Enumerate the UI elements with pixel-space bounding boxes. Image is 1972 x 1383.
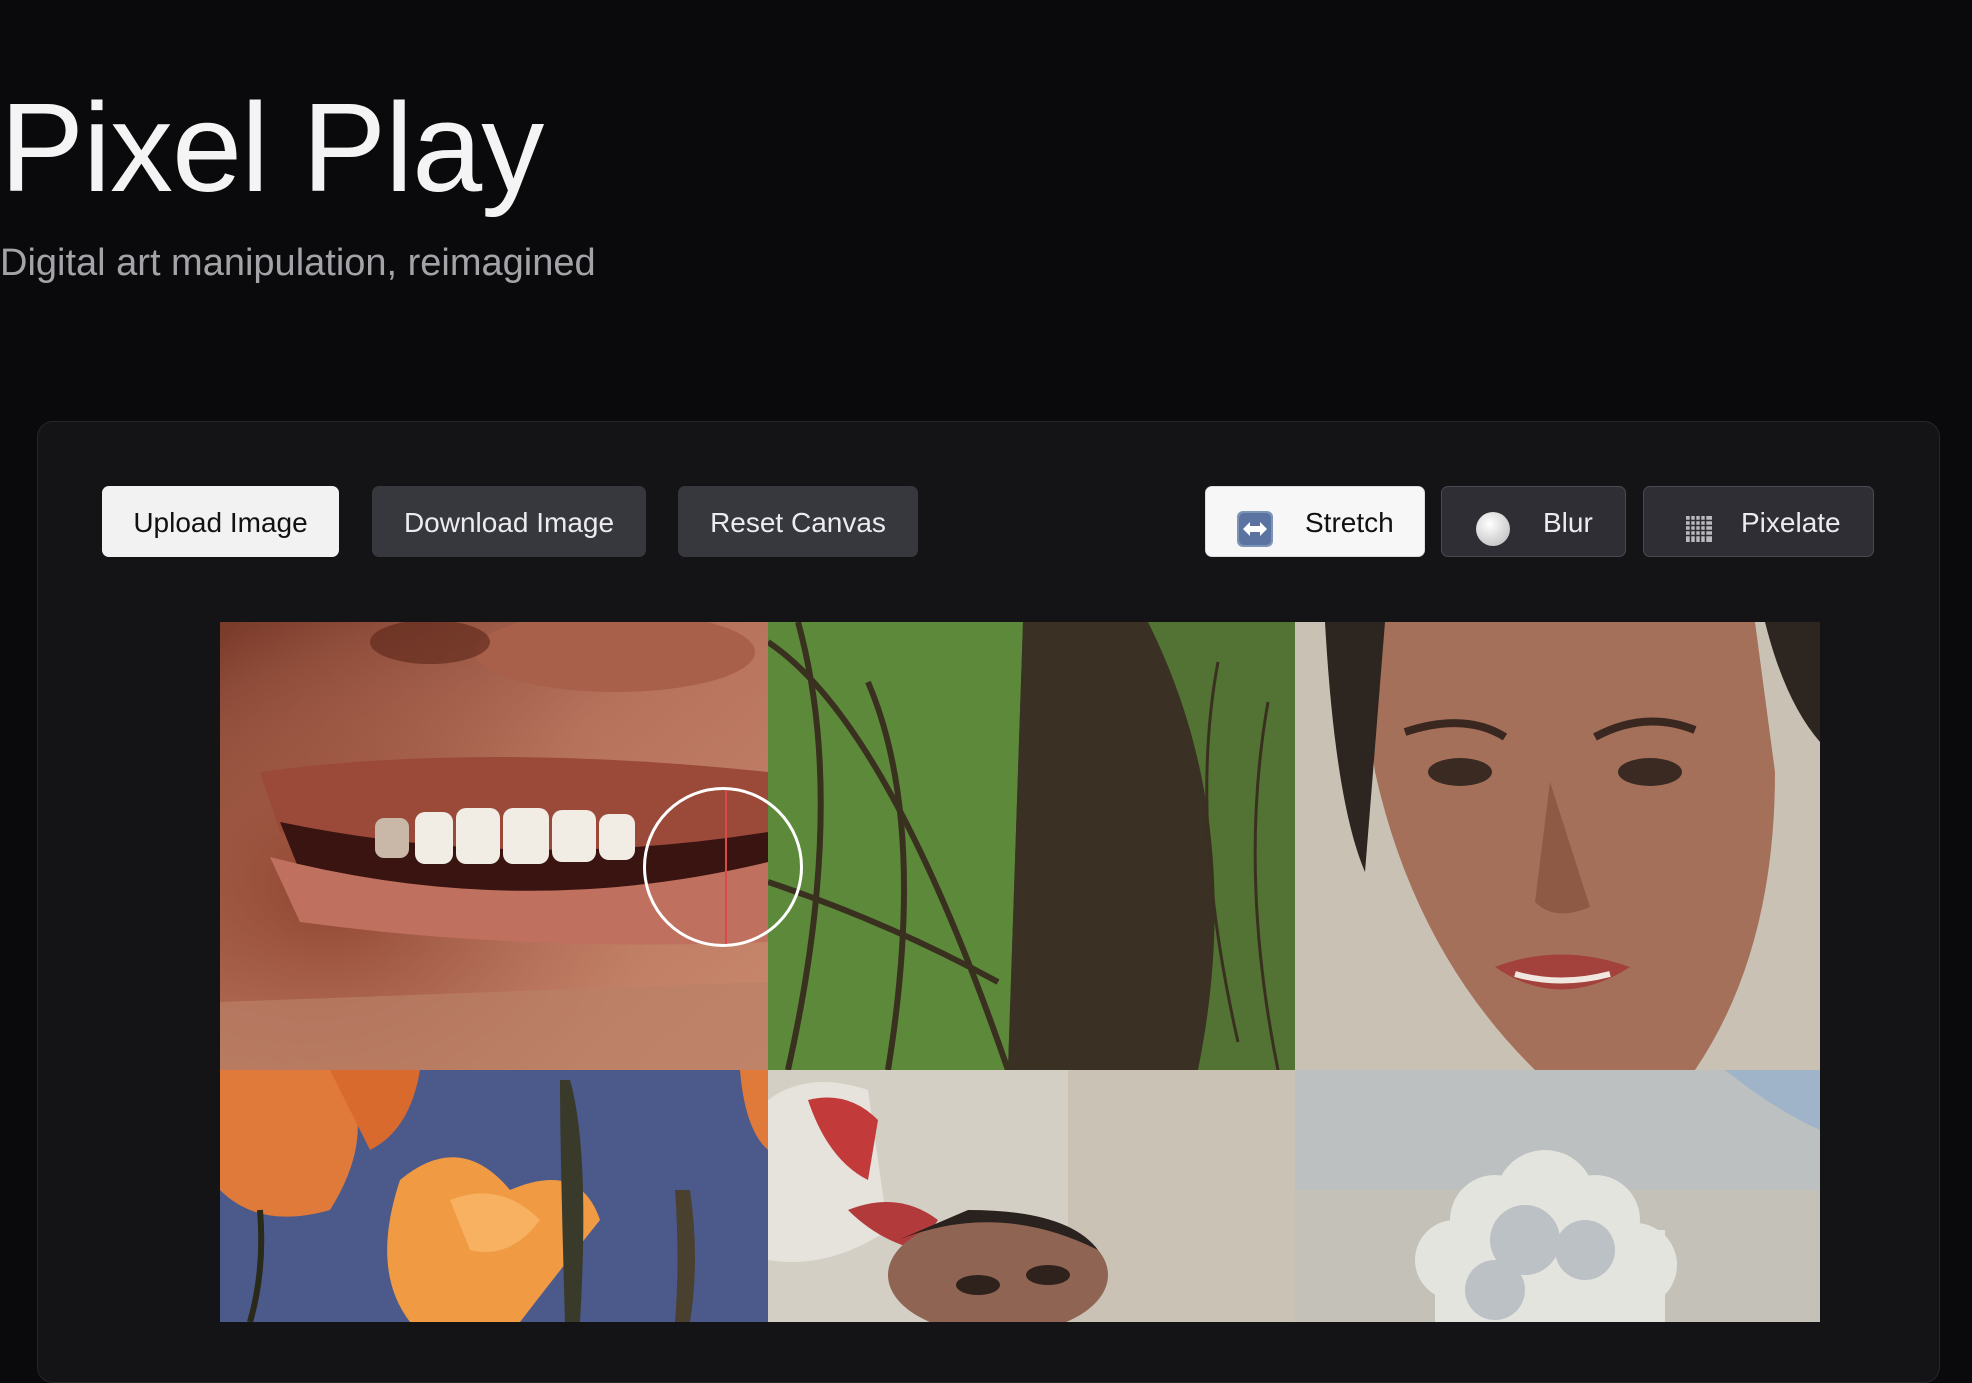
app-subtitle: Digital art manipulation, reimagined [0,242,596,284]
blur-mode-label: Blur [1543,507,1593,538]
green-leaf-photo [768,622,1295,1070]
stretch-mode-label: Stretch [1305,507,1394,538]
left-right-arrow-icon [1236,503,1274,547]
orange-flowers-photo [220,1070,768,1322]
app-title: Pixel Play [0,77,544,218]
upload-image-button[interactable]: Upload Image [102,486,339,557]
white-circle-icon [1474,503,1512,546]
blur-mode-button[interactable]: Blur [1441,486,1626,557]
pixelate-mode-button[interactable]: Pixelate [1643,486,1874,557]
pixelate-mode-label: Pixelate [1741,507,1841,538]
clouds-photo [1295,1070,1820,1322]
reset-canvas-button[interactable]: Reset Canvas [678,486,918,557]
woman-lying-photo [768,1070,1295,1322]
download-image-button[interactable]: Download Image [372,486,646,557]
grid-icon [1680,503,1718,542]
smiling-mouth-photo [220,622,768,1070]
woman-portrait-photo [1295,622,1820,1070]
stretch-mode-button[interactable]: Stretch [1205,486,1425,557]
image-canvas[interactable] [220,622,1820,1322]
